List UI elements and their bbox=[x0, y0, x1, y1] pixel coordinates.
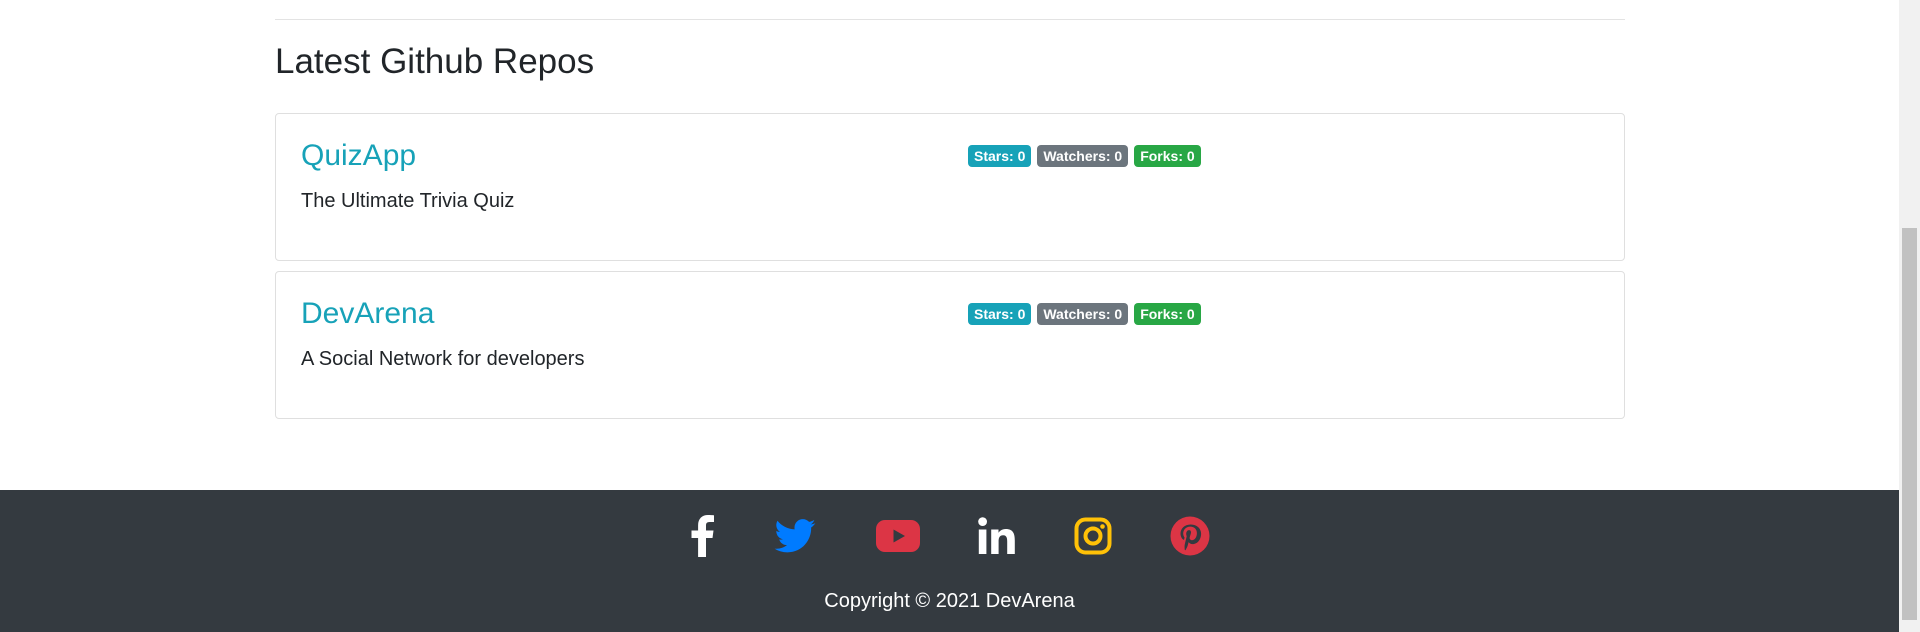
vertical-scrollbar[interactable] bbox=[1899, 0, 1920, 632]
pinterest-link[interactable] bbox=[1166, 512, 1214, 560]
scrollbar-thumb[interactable] bbox=[1902, 228, 1917, 620]
linkedin-link[interactable] bbox=[973, 512, 1021, 560]
footer: Copyright © 2021 DevArena bbox=[0, 490, 1899, 632]
twitter-icon bbox=[774, 519, 816, 553]
linkedin-icon bbox=[978, 517, 1015, 554]
repo-description: A Social Network for developers bbox=[301, 348, 585, 370]
repo-badges: Stars: 0 Watchers: 0 Forks: 0 bbox=[968, 303, 1201, 325]
forks-badge: Forks: 0 bbox=[1134, 145, 1201, 167]
youtube-link[interactable] bbox=[874, 512, 922, 560]
facebook-link[interactable] bbox=[678, 512, 726, 560]
repo-name-link[interactable]: DevArena bbox=[301, 296, 434, 332]
section-title: Latest Github Repos bbox=[275, 42, 595, 81]
repo-description: The Ultimate Trivia Quiz bbox=[301, 190, 515, 212]
repo-badges: Stars: 0 Watchers: 0 Forks: 0 bbox=[968, 145, 1201, 167]
social-links bbox=[0, 512, 1899, 560]
repo-card: QuizApp The Ultimate Trivia Quiz Stars: … bbox=[275, 113, 1625, 261]
instagram-link[interactable] bbox=[1069, 512, 1117, 560]
stars-badge: Stars: 0 bbox=[968, 303, 1032, 325]
twitter-link[interactable] bbox=[771, 512, 819, 560]
forks-badge: Forks: 0 bbox=[1134, 303, 1201, 325]
instagram-icon bbox=[1074, 517, 1112, 555]
copyright-text: Copyright © 2021 DevArena bbox=[824, 590, 1075, 612]
stars-badge: Stars: 0 bbox=[968, 145, 1032, 167]
section-divider bbox=[275, 19, 1625, 20]
repo-card: DevArena A Social Network for developers… bbox=[275, 271, 1625, 419]
scroll-down-arrow-icon[interactable] bbox=[1899, 620, 1920, 632]
repo-name-link[interactable]: QuizApp bbox=[301, 138, 416, 174]
youtube-icon bbox=[876, 520, 920, 552]
pinterest-icon bbox=[1170, 516, 1210, 556]
facebook-icon bbox=[691, 515, 714, 557]
watchers-badge: Watchers: 0 bbox=[1037, 303, 1129, 325]
watchers-badge: Watchers: 0 bbox=[1037, 145, 1129, 167]
